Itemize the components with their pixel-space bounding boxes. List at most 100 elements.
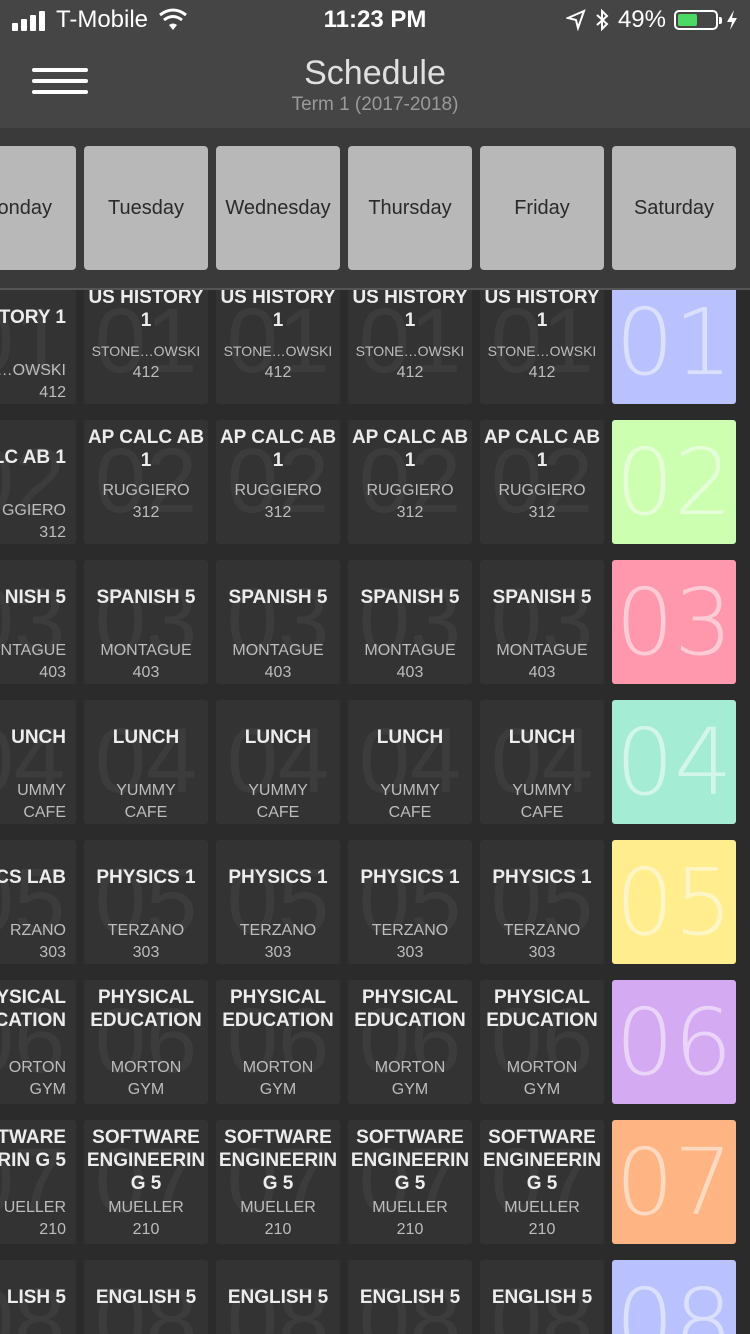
class-room: GYM: [29, 1081, 66, 1098]
class-teacher: YUMMY: [116, 782, 176, 799]
class-subject: YSICAL CATION: [0, 987, 66, 1031]
class-room: 403: [132, 664, 160, 681]
class-teacher: MORTON: [242, 1059, 314, 1076]
class-subject: US HISTORY 1: [352, 290, 468, 331]
class-subject: SPANISH 5: [228, 587, 328, 608]
class-teacher: RUGGIERO: [102, 482, 190, 499]
day-tab[interactable]: Wednesday: [216, 146, 340, 270]
class-room: 312: [39, 524, 66, 541]
class-cell[interactable]: 04 LUNCH YUMMY CAFE: [216, 700, 340, 824]
class-subject: US HISTORY 1: [220, 290, 336, 331]
class-room: GYM: [259, 1081, 297, 1098]
class-cell[interactable]: 06 PHYSICAL EDUCATION MORTON GYM: [216, 980, 340, 1104]
class-cell[interactable]: 08ENGLISH 5FONTS: [480, 1260, 604, 1334]
period-number: 08: [615, 1269, 733, 1334]
period-badge[interactable]: 03: [612, 560, 736, 684]
class-cell[interactable]: 07 SOFTWARE ENGINEERIN G 5 MUELLER 210: [216, 1120, 340, 1244]
class-subject: LUNCH: [508, 727, 576, 748]
class-cell[interactable]: 04UNCHUMMYCAFE: [0, 700, 76, 824]
class-cell[interactable]: 04 LUNCH YUMMY CAFE: [84, 700, 208, 824]
class-cell[interactable]: 04 LUNCH YUMMY CAFE: [480, 700, 604, 824]
class-teacher: MORTON: [110, 1059, 182, 1076]
class-subject: SOFTWARE ENGINEERIN G 5: [218, 1127, 338, 1194]
class-room: GYM: [127, 1081, 165, 1098]
location-arrow-icon: [565, 9, 586, 31]
class-cell[interactable]: 02 AP CALC AB 1 RUGGIERO 312: [216, 420, 340, 544]
term-subtitle: Term 1 (2017-2018): [291, 94, 459, 115]
day-tab[interactable]: Thursday: [348, 146, 472, 270]
period-number: 01: [615, 290, 733, 396]
class-cell[interactable]: 06 PHYSICAL EDUCATION MORTON GYM: [480, 980, 604, 1104]
class-teacher: MONTAGUE: [100, 642, 192, 659]
class-cell[interactable]: 03NISH 5ONTAGUE403: [0, 560, 76, 684]
class-cell[interactable]: 08ENGLISH 5FONTS: [84, 1260, 208, 1334]
class-cell[interactable]: 08LISH 5ONTS: [0, 1260, 76, 1334]
class-room: CAFE: [124, 804, 168, 821]
period-badge[interactable]: 01: [612, 290, 736, 404]
class-cell[interactable]: 07 SOFTWARE ENGINEERIN G 5 MUELLER 210: [84, 1120, 208, 1244]
class-subject: ENGLISH 5: [95, 1287, 197, 1308]
page-title: Schedule: [304, 54, 446, 92]
period-badge[interactable]: 07: [612, 1120, 736, 1244]
class-cell[interactable]: 05 PHYSICS 1 TERZANO 303: [480, 840, 604, 964]
class-cell[interactable]: 03 SPANISH 5 MONTAGUE 403: [480, 560, 604, 684]
class-room: 412: [396, 364, 424, 381]
class-subject: AP CALC AB 1: [351, 427, 469, 471]
class-cell[interactable]: 07TWARE INEERIN G 5UELLER210: [0, 1120, 76, 1244]
class-teacher: STONE…OWSKI: [487, 343, 597, 359]
class-room: CAFE: [23, 804, 66, 821]
class-room: 312: [264, 504, 292, 521]
class-cell[interactable]: 06 PHYSICAL EDUCATION MORTON GYM: [348, 980, 472, 1104]
class-teacher: MORTON: [506, 1059, 578, 1076]
class-cell[interactable]: 01 US HISTORY 1 STONE…OWSKI 412: [348, 290, 472, 404]
period-badge[interactable]: 08: [612, 1260, 736, 1334]
class-cell[interactable]: 02 AP CALC AB 1 RUGGIERO 312: [84, 420, 208, 544]
period-badge[interactable]: 05: [612, 840, 736, 964]
period-badge[interactable]: 06: [612, 980, 736, 1104]
class-room: 403: [39, 664, 66, 681]
class-room: 312: [396, 504, 424, 521]
class-room: 412: [132, 364, 160, 381]
class-cell[interactable]: 03 SPANISH 5 MONTAGUE 403: [84, 560, 208, 684]
day-tab[interactable]: Tuesday: [84, 146, 208, 270]
period-badge[interactable]: 04: [612, 700, 736, 824]
class-cell[interactable]: 07 SOFTWARE ENGINEERIN G 5 MUELLER 210: [348, 1120, 472, 1244]
day-tab[interactable]: Friday: [480, 146, 604, 270]
class-cell[interactable]: 05YSICS LABRZANO303: [0, 840, 76, 964]
class-cell[interactable]: 01 US HISTORY 1 STONE…OWSKI 412: [84, 290, 208, 404]
nav-bar: T-Mobile 11:23 PM 49% Schedule Term 1 (2…: [0, 0, 750, 128]
class-cell[interactable]: 02 AP CALC AB 1 RUGGIERO 312: [348, 420, 472, 544]
class-cell[interactable]: 02 AP CALC AB 1 RUGGIERO 312: [480, 420, 604, 544]
class-cell[interactable]: 07 SOFTWARE ENGINEERIN G 5 MUELLER 210: [480, 1120, 604, 1244]
class-cell[interactable]: 08ENGLISH 5FONTS: [348, 1260, 472, 1334]
class-cell[interactable]: 05 PHYSICS 1 TERZANO 303: [348, 840, 472, 964]
class-cell[interactable]: 05 PHYSICS 1 TERZANO 303: [84, 840, 208, 964]
class-cell[interactable]: 01US TORY 1E…OWSKI412: [0, 290, 76, 404]
day-tab[interactable]: Saturday: [612, 146, 736, 270]
period-badge[interactable]: 02: [612, 420, 736, 544]
class-cell[interactable]: 06YSICAL CATIONORTONGYM: [0, 980, 76, 1104]
class-subject: LUNCH: [244, 727, 312, 748]
class-cell[interactable]: 08ENGLISH 5FONTS: [216, 1260, 340, 1334]
class-cell[interactable]: 03 SPANISH 5 MONTAGUE 403: [348, 560, 472, 684]
class-teacher: E…OWSKI: [0, 362, 66, 379]
class-room: GYM: [391, 1081, 429, 1098]
class-cell[interactable]: 04 LUNCH YUMMY CAFE: [348, 700, 472, 824]
class-teacher: YUMMY: [248, 782, 308, 799]
class-cell[interactable]: 06 PHYSICAL EDUCATION MORTON GYM: [84, 980, 208, 1104]
period-number: 06: [615, 989, 733, 1096]
charging-bolt-icon: [727, 10, 737, 30]
class-cell[interactable]: 02CALC AB 1GGIERO312: [0, 420, 76, 544]
class-room: CAFE: [256, 804, 300, 821]
class-subject: LUNCH: [376, 727, 444, 748]
class-cell[interactable]: 01 US HISTORY 1 STONE…OWSKI 412: [480, 290, 604, 404]
class-cell[interactable]: 03 SPANISH 5 MONTAGUE 403: [216, 560, 340, 684]
class-cell[interactable]: 05 PHYSICS 1 TERZANO 303: [216, 840, 340, 964]
class-subject: US TORY 1: [0, 307, 66, 328]
class-teacher: MUELLER: [372, 1199, 448, 1216]
class-teacher: MONTAGUE: [232, 642, 324, 659]
class-subject: SOFTWARE ENGINEERIN G 5: [86, 1127, 206, 1194]
day-tab[interactable]: onday: [0, 146, 76, 270]
class-cell[interactable]: 01 US HISTORY 1 STONE…OWSKI 412: [216, 290, 340, 404]
class-teacher: UMMY: [17, 782, 66, 799]
